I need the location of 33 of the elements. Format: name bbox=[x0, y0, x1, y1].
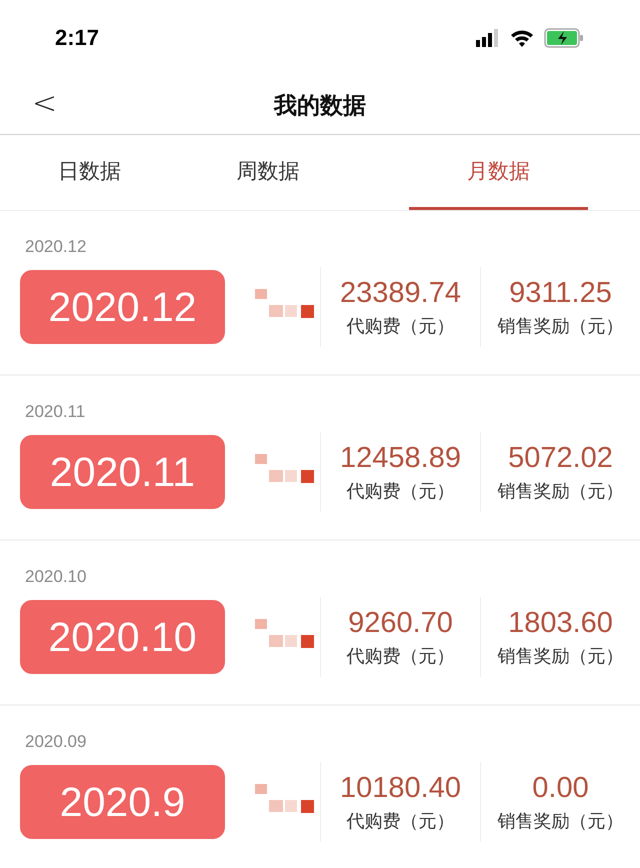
fee-value: 9260.70 bbox=[348, 606, 453, 640]
page-title: 我的数据 bbox=[274, 92, 366, 120]
battery-icon bbox=[544, 28, 584, 48]
signal-icon bbox=[476, 29, 500, 47]
row-date: 2020.10 bbox=[24, 567, 88, 587]
reward-label: 销售奖励（元） bbox=[498, 480, 624, 502]
date-badge: 2020.9 bbox=[20, 765, 225, 839]
tab[interactable]: 日数据 bbox=[0, 135, 179, 210]
tab[interactable]: 周数据 bbox=[178, 135, 358, 210]
row-date: 2020.09 bbox=[24, 732, 88, 752]
fee-label: 代购费（元） bbox=[346, 314, 454, 338]
tab[interactable]: 月数据 bbox=[409, 135, 588, 210]
date-badge: 2020.11 bbox=[20, 435, 225, 509]
reward-label: 销售奖励（元） bbox=[498, 644, 624, 668]
reward-value: 5072.02 bbox=[508, 442, 613, 474]
status-time: 2:17 bbox=[55, 25, 100, 51]
fee-value: 12458.89 bbox=[340, 442, 461, 474]
back-button[interactable]: < bbox=[26, 86, 64, 121]
row-date: 2020.11 bbox=[24, 402, 86, 422]
reward-value: 9311.25 bbox=[509, 276, 612, 310]
fee-value: 10180.40 bbox=[340, 772, 461, 804]
reward-value: 0.00 bbox=[532, 772, 589, 804]
date-badge: 2020.10 bbox=[20, 600, 225, 674]
reward-label: 销售奖励（元） bbox=[498, 810, 624, 832]
fee-label: 代购费（元） bbox=[346, 810, 454, 832]
wifi-icon bbox=[510, 29, 534, 47]
reward-label: 销售奖励（元） bbox=[498, 314, 624, 338]
fee-label: 代购费（元） bbox=[346, 480, 454, 502]
reward-value: 1803.60 bbox=[508, 606, 613, 640]
row-date: 2020.12 bbox=[24, 237, 88, 257]
fee-label: 代购费（元） bbox=[346, 644, 454, 668]
fee-value: 23389.74 bbox=[340, 276, 461, 310]
date-badge: 2020.12 bbox=[20, 270, 225, 344]
